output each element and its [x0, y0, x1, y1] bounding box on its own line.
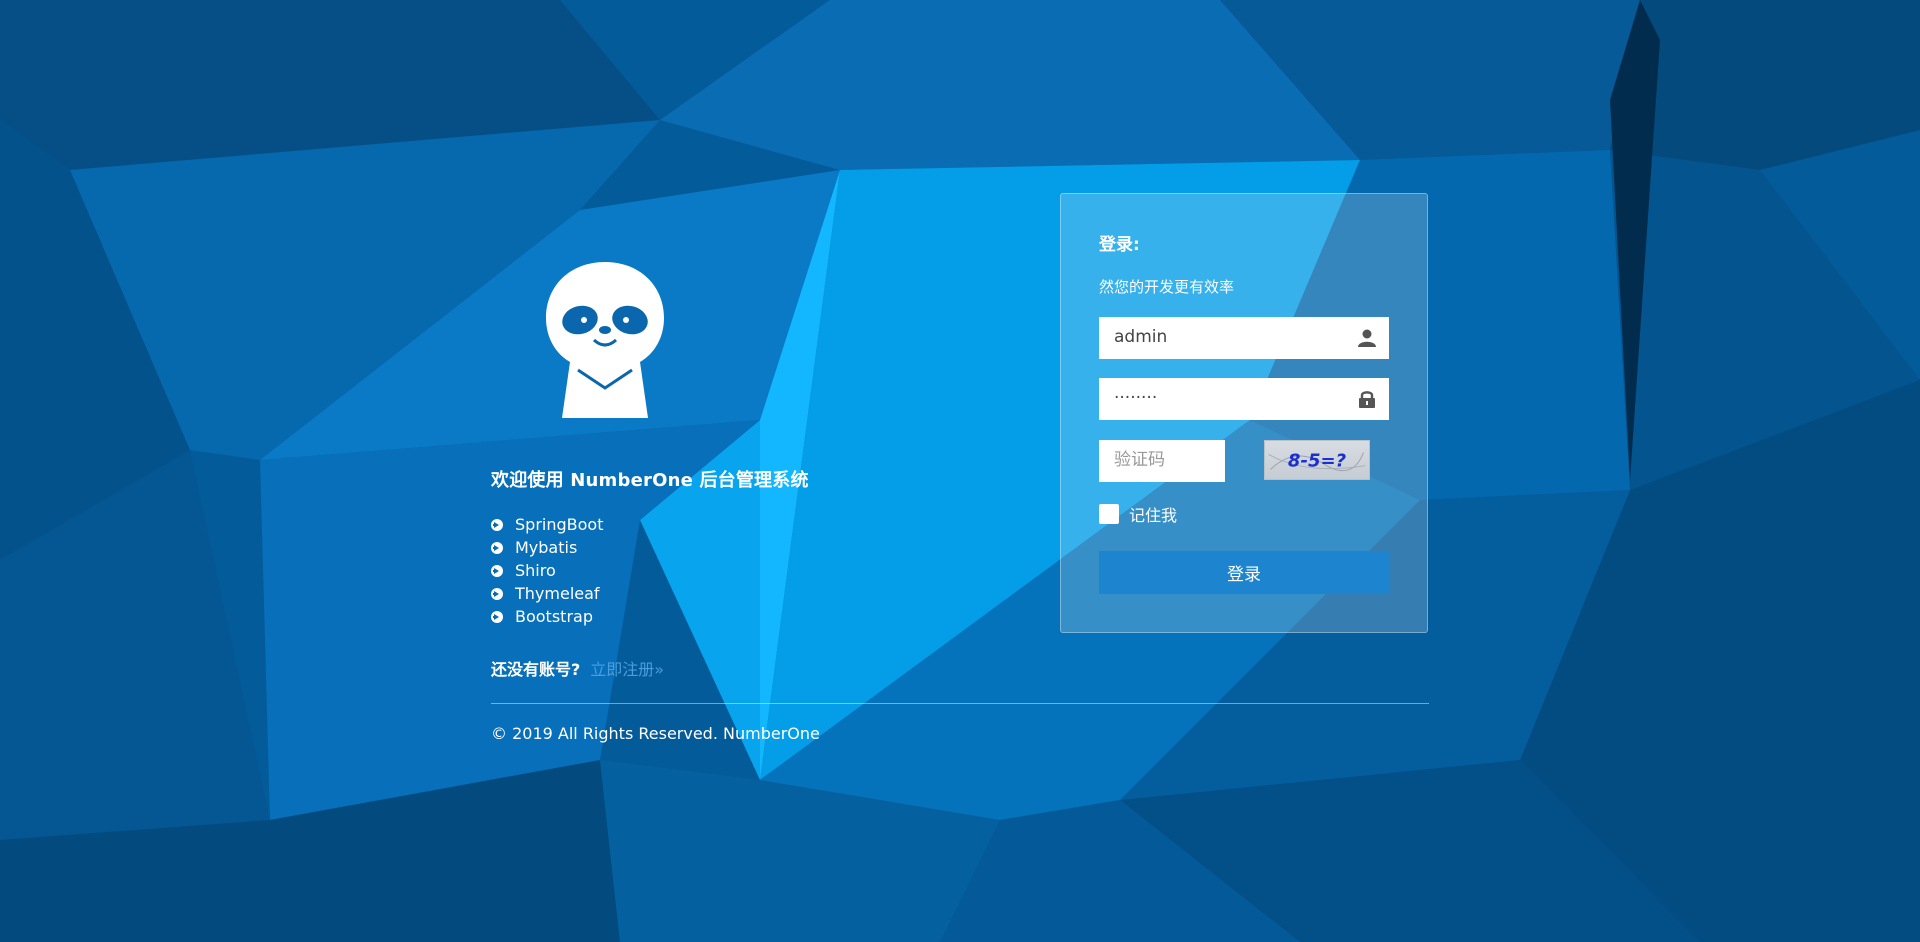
feature-label: Bootstrap — [515, 607, 593, 626]
arrow-circle-right-icon — [491, 610, 503, 623]
captcha-input[interactable] — [1099, 440, 1224, 480]
register-prompt: 还没有账号? 立即注册» — [491, 656, 664, 680]
login-title: 登录: — [1099, 235, 1140, 255]
register-link[interactable]: 立即注册» — [590, 660, 664, 679]
remember-label: 记住我 — [1129, 506, 1178, 525]
feature-label: Shiro — [515, 561, 556, 580]
arrow-circle-right-icon — [491, 587, 503, 600]
user-icon — [1358, 329, 1376, 347]
divider — [491, 703, 1429, 704]
arrow-circle-right-icon — [491, 564, 503, 577]
login-subtitle: 然您的开发更有效率 — [1099, 278, 1235, 296]
copyright: © 2019 All Rights Reserved. NumberOne — [491, 724, 820, 743]
list-item: Bootstrap — [491, 605, 603, 628]
feature-label: SpringBoot — [515, 515, 604, 534]
username-input[interactable] — [1099, 317, 1354, 357]
sloth-logo — [546, 262, 664, 418]
list-item: SpringBoot — [491, 513, 603, 536]
list-item: Thymeleaf — [491, 582, 603, 605]
login-panel: 登录: 然您的开发更有效率 8-5=? — [1060, 193, 1428, 633]
lock-icon — [1359, 391, 1375, 408]
password-input[interactable] — [1099, 378, 1354, 418]
register-question: 还没有账号? — [491, 660, 581, 679]
login-page: 欢迎使用 NumberOne 后台管理系统 SpringBoot Mybatis… — [0, 0, 1920, 942]
feature-list: SpringBoot Mybatis Shiro Thymeleaf Boots… — [491, 513, 603, 628]
list-item: Mybatis — [491, 536, 603, 559]
captcha-field — [1099, 440, 1225, 482]
feature-label: Thymeleaf — [515, 584, 600, 603]
captcha-text: 8-5=? — [1288, 451, 1346, 472]
username-field — [1099, 317, 1389, 359]
remember-checkbox[interactable] — [1099, 504, 1119, 524]
feature-label: Mybatis — [515, 538, 578, 557]
list-item: Shiro — [491, 559, 603, 582]
arrow-circle-right-icon — [491, 518, 503, 531]
remember-me[interactable]: 记住我 — [1099, 502, 1177, 526]
login-button[interactable]: 登录 — [1099, 551, 1389, 594]
password-field — [1099, 378, 1389, 420]
welcome-title: 欢迎使用 NumberOne 后台管理系统 — [491, 470, 809, 491]
arrow-circle-right-icon — [491, 541, 503, 554]
captcha-image[interactable]: 8-5=? — [1264, 440, 1370, 480]
